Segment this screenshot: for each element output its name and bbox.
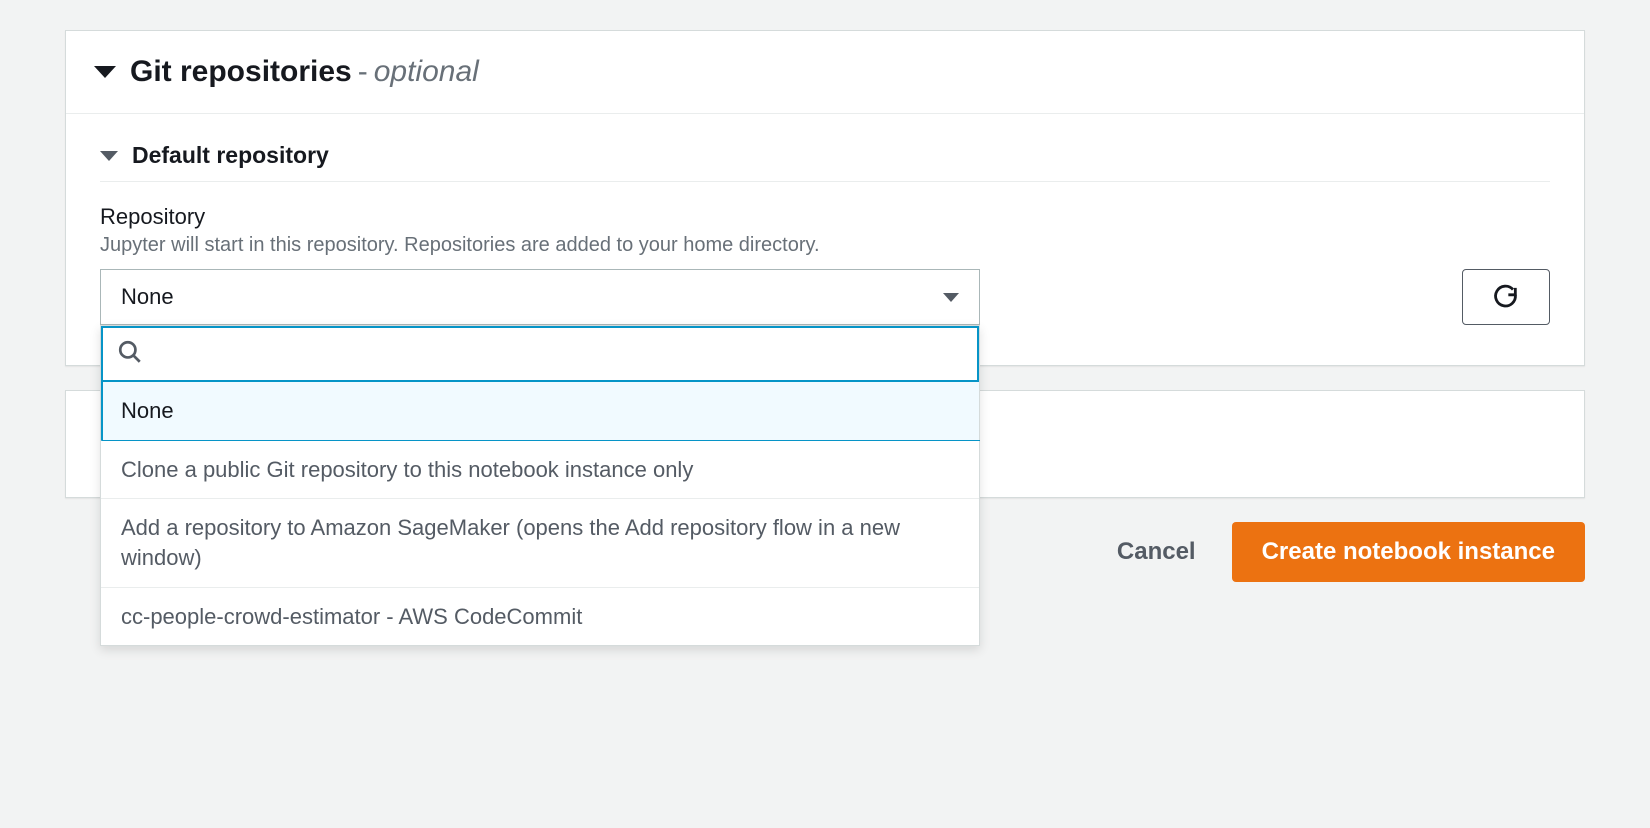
repository-option-codecommit[interactable]: cc-people-crowd-estimator - AWS CodeComm… [101, 588, 979, 646]
git-repositories-panel: Git repositories - optional Default repo… [65, 30, 1585, 366]
panel-title: Git repositories [130, 55, 352, 89]
repository-option-none[interactable]: None [101, 382, 979, 441]
repository-field-label: Repository [100, 204, 1550, 230]
chevron-down-icon [100, 151, 118, 161]
create-notebook-instance-button[interactable]: Create notebook instance [1232, 522, 1585, 582]
cancel-button[interactable]: Cancel [1109, 526, 1204, 578]
default-repository-header[interactable]: Default repository [100, 142, 1550, 182]
panel-header[interactable]: Git repositories - optional [66, 31, 1584, 114]
repository-select-value: None [121, 284, 174, 310]
search-icon [117, 339, 143, 370]
repository-search-input[interactable] [143, 328, 963, 380]
repository-option-add-sagemaker[interactable]: Add a repository to Amazon SageMaker (op… [101, 499, 979, 587]
refresh-button[interactable] [1462, 269, 1550, 325]
refresh-icon [1492, 282, 1520, 313]
repository-option-clone-public[interactable]: Clone a public Git repository to this no… [101, 441, 979, 500]
chevron-down-icon [943, 293, 959, 302]
repository-dropdown: None Clone a public Git repository to th… [100, 325, 980, 646]
panel-tag-optional: optional [374, 55, 479, 89]
repository-select[interactable]: None [100, 269, 980, 325]
default-repository-title: Default repository [132, 142, 329, 169]
repository-search[interactable] [101, 326, 979, 382]
chevron-down-icon [94, 66, 116, 78]
repository-field-help: Jupyter will start in this repository. R… [100, 234, 1550, 257]
panel-tag-separator: - [358, 55, 368, 89]
